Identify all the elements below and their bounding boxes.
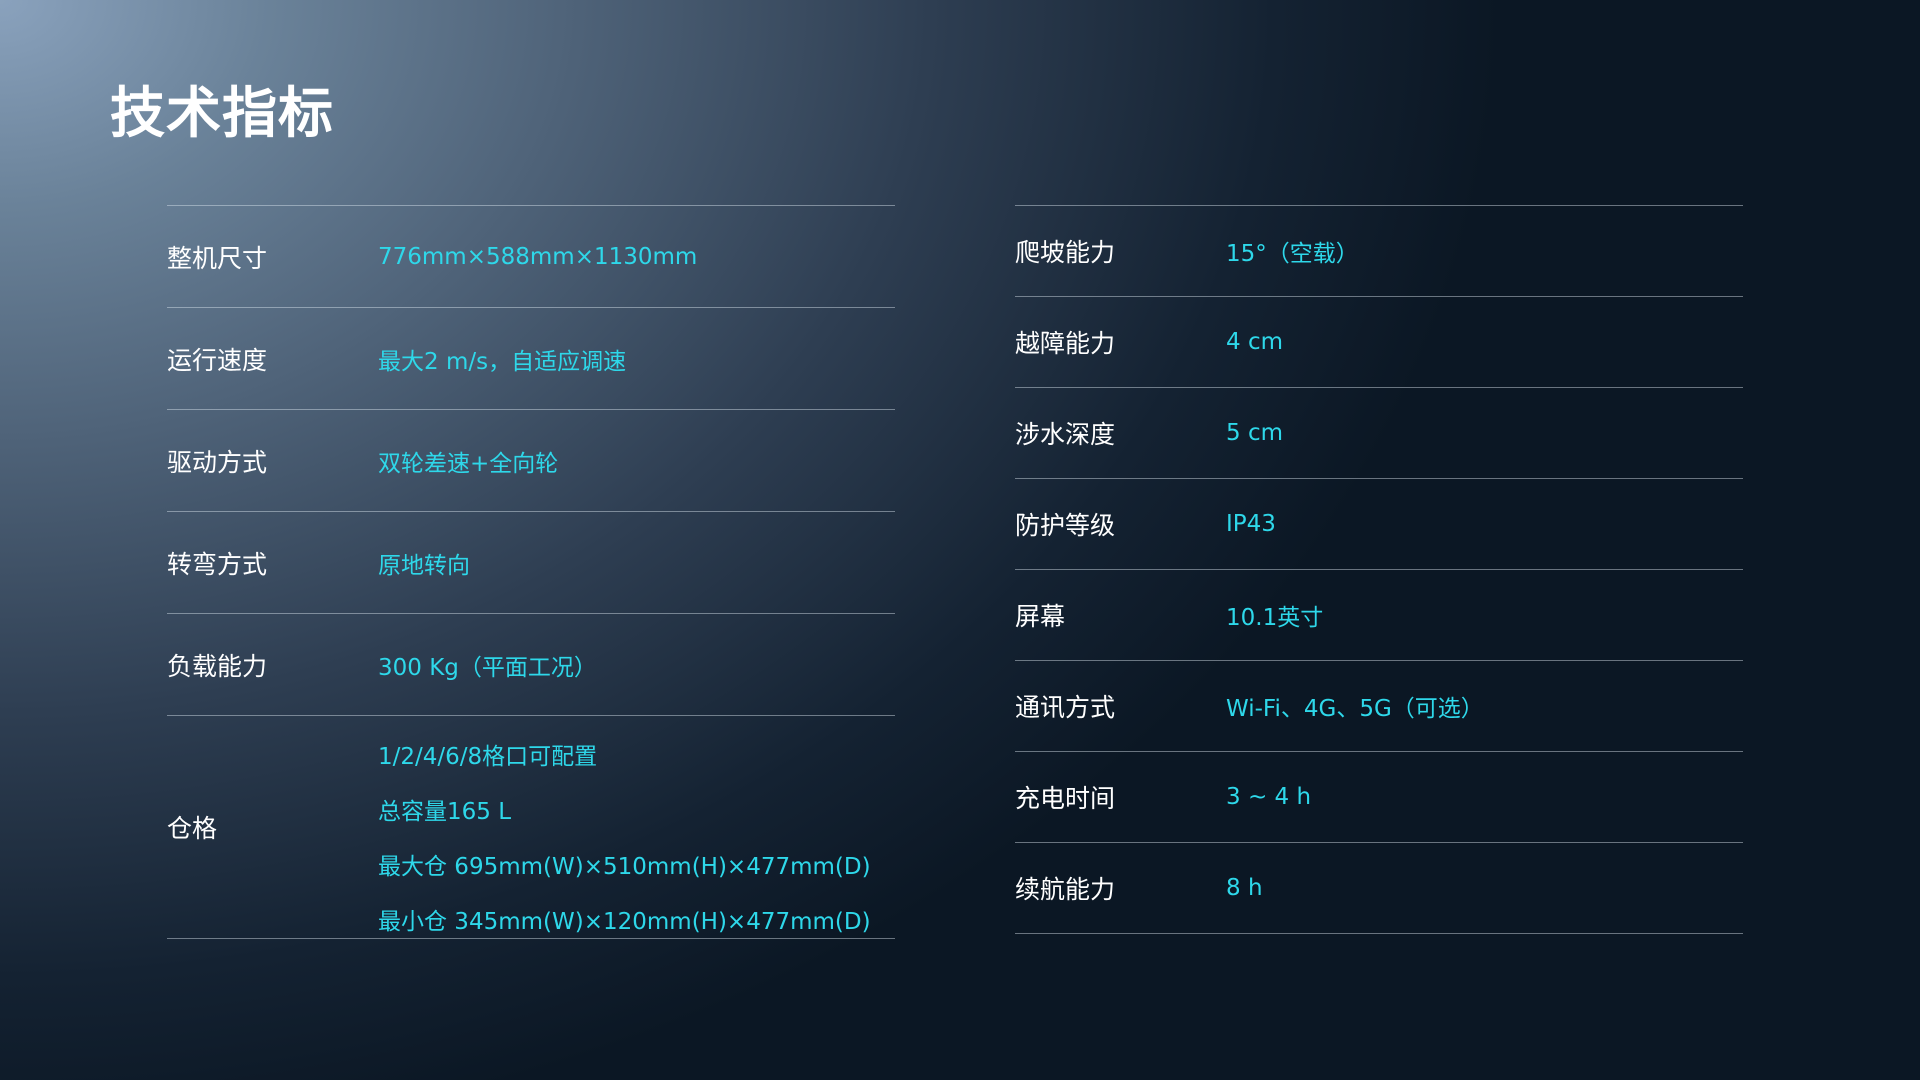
- compartment-value-line: 总容量165 L: [378, 799, 512, 825]
- spec-value: 双轮差速+全向轮: [378, 450, 559, 477]
- spec-value: 8 h: [1226, 875, 1263, 901]
- spec-label: 续航能力: [1015, 875, 1116, 904]
- spec-row: 防护等级 IP43: [1015, 479, 1743, 570]
- spec-value: 15°（空载）: [1226, 241, 1359, 267]
- spec-value: 300 Kg（平面工况）: [378, 654, 597, 681]
- spec-label: 运行速度: [167, 345, 268, 375]
- spec-row: 涉水深度 5 cm: [1015, 388, 1743, 479]
- compartment-value-line: 1/2/4/6/8格口可配置: [378, 744, 598, 770]
- spec-row: 运行速度 最大2 m/s，自适应调速: [167, 308, 895, 410]
- spec-label: 涉水深度: [1015, 420, 1116, 449]
- spec-value: Wi-Fi、4G、5G（可选）: [1226, 696, 1484, 722]
- spec-label: 防护等级: [1015, 511, 1116, 540]
- spec-table-right: 爬坡能力 15°（空载） 越障能力 4 cm 涉水深度 5 cm 防护等级 IP…: [1015, 205, 1743, 934]
- spec-label: 整机尺寸: [167, 243, 268, 273]
- spec-row: 越障能力 4 cm: [1015, 297, 1743, 388]
- spec-value: 5 cm: [1226, 420, 1283, 446]
- spec-value: 10.1英寸: [1226, 605, 1324, 631]
- spec-value: 原地转向: [378, 552, 470, 579]
- spec-row: 通讯方式 Wi-Fi、4G、5G（可选）: [1015, 661, 1743, 752]
- spec-value: IP43: [1226, 511, 1276, 537]
- spec-row: 充电时间 3 ~ 4 h: [1015, 752, 1743, 843]
- spec-row: 爬坡能力 15°（空载）: [1015, 206, 1743, 297]
- spec-label: 驱动方式: [167, 447, 268, 477]
- spec-label: 仓格: [167, 814, 218, 843]
- spec-row: 续航能力 8 h: [1015, 843, 1743, 934]
- compartment-value-line: 最大仓 695mm(W)×510mm(H)×477mm(D): [378, 854, 871, 880]
- spec-table-left: 整机尺寸 776mm×588mm×1130mm 运行速度 最大2 m/s，自适应…: [167, 205, 895, 939]
- page-title: 技术指标: [110, 81, 335, 145]
- spec-row: 驱动方式 双轮差速+全向轮: [167, 410, 895, 512]
- spec-value: 4 cm: [1226, 329, 1283, 355]
- spec-value: 776mm×588mm×1130mm: [378, 243, 698, 270]
- spec-row: 负载能力 300 Kg（平面工况）: [167, 614, 895, 716]
- spec-row: 整机尺寸 776mm×588mm×1130mm: [167, 206, 895, 308]
- spec-label: 爬坡能力: [1015, 238, 1116, 267]
- spec-label: 通讯方式: [1015, 693, 1116, 722]
- slide: 技术指标 整机尺寸 776mm×588mm×1130mm 运行速度 最大2 m/…: [0, 0, 1920, 1080]
- spec-label: 越障能力: [1015, 329, 1116, 358]
- spec-label: 转弯方式: [167, 549, 268, 579]
- spec-label: 负载能力: [167, 651, 268, 681]
- compartment-values: 1/2/4/6/8格口可配置 总容量165 L 最大仓 695mm(W)×510…: [378, 730, 871, 950]
- spec-value: 3 ~ 4 h: [1226, 784, 1312, 810]
- spec-row: 转弯方式 原地转向: [167, 512, 895, 614]
- spec-label: 充电时间: [1015, 784, 1116, 813]
- spec-value: 最大2 m/s，自适应调速: [378, 348, 627, 375]
- compartment-value-line: 最小仓 345mm(W)×120mm(H)×477mm(D): [378, 909, 871, 935]
- spec-label: 屏幕: [1015, 602, 1066, 631]
- spec-row: 屏幕 10.1英寸: [1015, 570, 1743, 661]
- spec-row-compartment: 仓格 1/2/4/6/8格口可配置 总容量165 L 最大仓 695mm(W)×…: [167, 716, 895, 939]
